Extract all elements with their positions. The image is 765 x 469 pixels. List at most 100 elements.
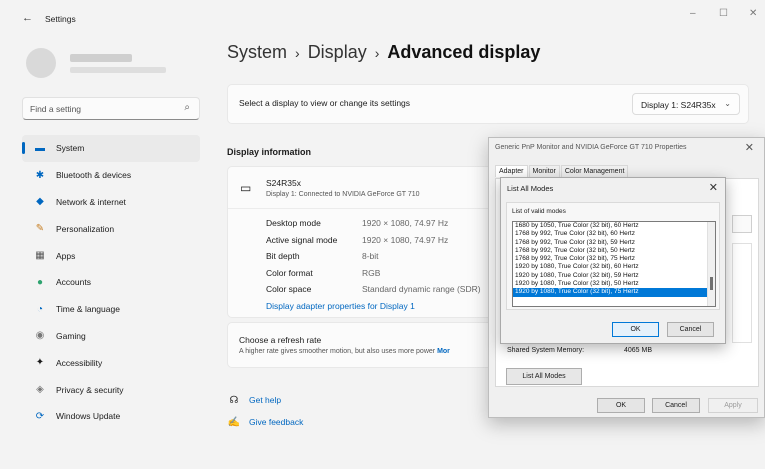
profile-email-blurred <box>70 67 166 73</box>
mode-list-item[interactable]: 1768 by 992, True Color (32 bit), 75 Her… <box>513 255 709 263</box>
property-name: Desktop mode <box>266 218 321 228</box>
ok-button[interactable]: OK <box>597 398 645 413</box>
app-title: Settings <box>45 14 76 24</box>
mode-list-item[interactable]: 1680 by 1050, True Color (32 bit), 60 He… <box>513 222 709 230</box>
monitor-connection: Display 1: Connected to NVIDIA GeForce G… <box>266 191 420 198</box>
sidebar-item-privacy-security[interactable]: ◈ Privacy & security <box>22 376 200 403</box>
list-all-modes-button[interactable]: List All Modes <box>506 368 582 385</box>
person-icon: ● <box>36 276 44 288</box>
controller-icon: ◉ <box>35 330 45 342</box>
properties-button-partial[interactable] <box>732 215 752 233</box>
breadcrumb-system[interactable]: System <box>227 42 287 62</box>
display-info-card: ▭ S24R35x Display 1: Connected to NVIDIA… <box>227 166 493 318</box>
sidebar-item-label: Bluetooth & devices <box>56 170 132 181</box>
sidebar-item-label: Privacy & security <box>56 384 124 395</box>
mode-list-item[interactable]: 1768 by 992, True Color (32 bit), 59 Her… <box>513 239 709 247</box>
help-icon: ☊ <box>229 394 239 406</box>
sidebar-item-time-language[interactable]: ◔ Time & language <box>22 296 200 323</box>
help-link-label: Give feedback <box>249 417 304 427</box>
tab-color-management[interactable]: Color Management <box>560 165 629 177</box>
breadcrumb-separator: › <box>374 45 380 61</box>
mode-list-item[interactable]: 1768 by 992, True Color (32 bit), 60 Her… <box>513 230 709 238</box>
close-icon[interactable]: ✕ <box>749 8 757 19</box>
sidebar-item-label: Personalization <box>56 223 115 234</box>
sidebar-item-network-internet[interactable]: ◆ Network & internet <box>22 189 200 216</box>
update-icon: ⟳ <box>35 410 45 422</box>
shield-icon: ◈ <box>36 384 44 396</box>
sidebar-item-label: Windows Update <box>56 411 121 422</box>
sidebar-item-label: Network & internet <box>56 196 126 207</box>
sidebar-item-label: Time & language <box>56 304 120 315</box>
display-icon: ▬ <box>35 142 45 154</box>
help-link-give-feedback[interactable]: ✍ Give feedback <box>227 411 304 433</box>
scrollbar-thumb[interactable] <box>710 277 713 290</box>
sidebar-item-label: Accessibility <box>56 357 103 368</box>
help-links: ☊ Get help ✍ Give feedback <box>227 389 304 433</box>
mode-list-item[interactable]: 1768 by 992, True Color (32 bit), 50 Her… <box>513 247 709 255</box>
tab-adapter[interactable]: Adapter <box>495 165 528 177</box>
sidebar-item-label: System <box>56 143 85 154</box>
dialog-title: List All Modes <box>507 184 554 193</box>
maximize-icon[interactable]: ☐ <box>719 8 728 19</box>
shared-memory-value: 4065 MB <box>624 347 653 354</box>
refresh-rate-title: Choose a refresh rate <box>239 335 322 345</box>
monitor-name: S24R35x <box>266 178 301 188</box>
refresh-rate-card: Choose a refresh rate A higher rate give… <box>227 322 493 368</box>
sidebar-item-windows-update[interactable]: ⟳ Windows Update <box>22 403 200 430</box>
search-placeholder: Find a setting <box>30 104 82 114</box>
property-name: Active signal mode <box>266 234 338 245</box>
more-link[interactable]: Mor <box>437 348 450 355</box>
brush-icon: ✎ <box>35 223 45 235</box>
apps-icon: ▦ <box>35 250 45 262</box>
search-input[interactable]: Find a setting ⌕ <box>22 97 200 120</box>
sidebar-item-accessibility[interactable]: ✦ Accessibility <box>22 349 200 376</box>
help-link-label: Get help <box>249 395 282 405</box>
breadcrumb: System › Display › Advanced display <box>227 42 540 63</box>
mode-list-item[interactable]: 1920 by 1080, True Color (32 bit), 75 He… <box>513 288 709 297</box>
sidebar-item-apps[interactable]: ▦ Apps <box>22 242 200 269</box>
avatar <box>26 48 56 78</box>
back-arrow-icon[interactable]: ← <box>22 12 33 24</box>
adapter-properties-link[interactable]: Display adapter properties for Display 1 <box>266 301 415 311</box>
sidebar-item-label: Accounts <box>56 277 91 288</box>
breadcrumb-separator: › <box>295 45 300 61</box>
modes-listbox[interactable]: 1680 by 1050, True Color (32 bit), 60 He… <box>512 221 716 307</box>
close-icon[interactable]: ✕ <box>745 141 754 154</box>
help-link-get-help[interactable]: ☊ Get help <box>227 389 303 411</box>
sidebar-nav: ▬ System ✱ Bluetooth & devices ◆ Network & in… <box>22 135 200 430</box>
select-display-label: Select a display to view or change its s… <box>239 98 411 108</box>
sidebar-item-accounts[interactable]: ● Accounts <box>22 269 200 296</box>
sidebar-item-personalization[interactable]: ✎ Personalization <box>22 215 200 242</box>
apply-button[interactable]: Apply <box>708 398 758 413</box>
display-dropdown[interactable]: Display 1: S24R35x ⌄ <box>632 93 740 115</box>
property-value: 8-bit <box>362 251 379 261</box>
cancel-button[interactable]: Cancel <box>652 398 700 413</box>
sidebar-item-label: Apps <box>56 250 76 261</box>
mode-list-item[interactable]: 1920 by 1080, True Color (32 bit), 50 He… <box>513 280 709 288</box>
mode-list-item[interactable]: 1920 by 1080, True Color (32 bit), 60 He… <box>513 263 709 271</box>
sidebar-item-gaming[interactable]: ◉ Gaming <box>22 323 200 350</box>
globe-clock-icon: ◔ <box>36 303 44 315</box>
title-bar: ← Settings – ☐ ✕ <box>0 0 765 34</box>
ok-button[interactable]: OK <box>612 322 659 337</box>
sidebar-item-system[interactable]: ▬ System <box>22 135 200 162</box>
scrollbar[interactable] <box>707 222 715 306</box>
divider <box>228 208 492 209</box>
shared-memory-label: Shared System Memory: <box>507 347 585 354</box>
close-icon[interactable]: ✕ <box>709 181 718 194</box>
cancel-button[interactable]: Cancel <box>667 322 714 337</box>
property-name: Color format <box>266 267 313 278</box>
chevron-down-icon: ⌄ <box>724 99 731 108</box>
display-info-heading: Display information <box>227 147 312 157</box>
minimize-icon[interactable]: – <box>690 8 696 19</box>
breadcrumb-display[interactable]: Display <box>308 42 367 62</box>
adapter-info-group <box>732 243 752 343</box>
select-display-card: Select a display to view or change its s… <box>227 84 749 124</box>
search-icon: ⌕ <box>184 102 190 113</box>
modes-group: List of valid modes 1680 by 1050, True C… <box>506 202 720 310</box>
sidebar-item-bluetooth-devices[interactable]: ✱ Bluetooth & devices <box>22 162 200 189</box>
mode-list-item[interactable]: 1920 by 1080, True Color (32 bit), 59 He… <box>513 272 709 280</box>
tab-monitor[interactable]: Monitor <box>528 165 560 177</box>
display-dropdown-value: Display 1: S24R35x <box>641 100 716 110</box>
accessibility-icon: ✦ <box>35 357 45 369</box>
